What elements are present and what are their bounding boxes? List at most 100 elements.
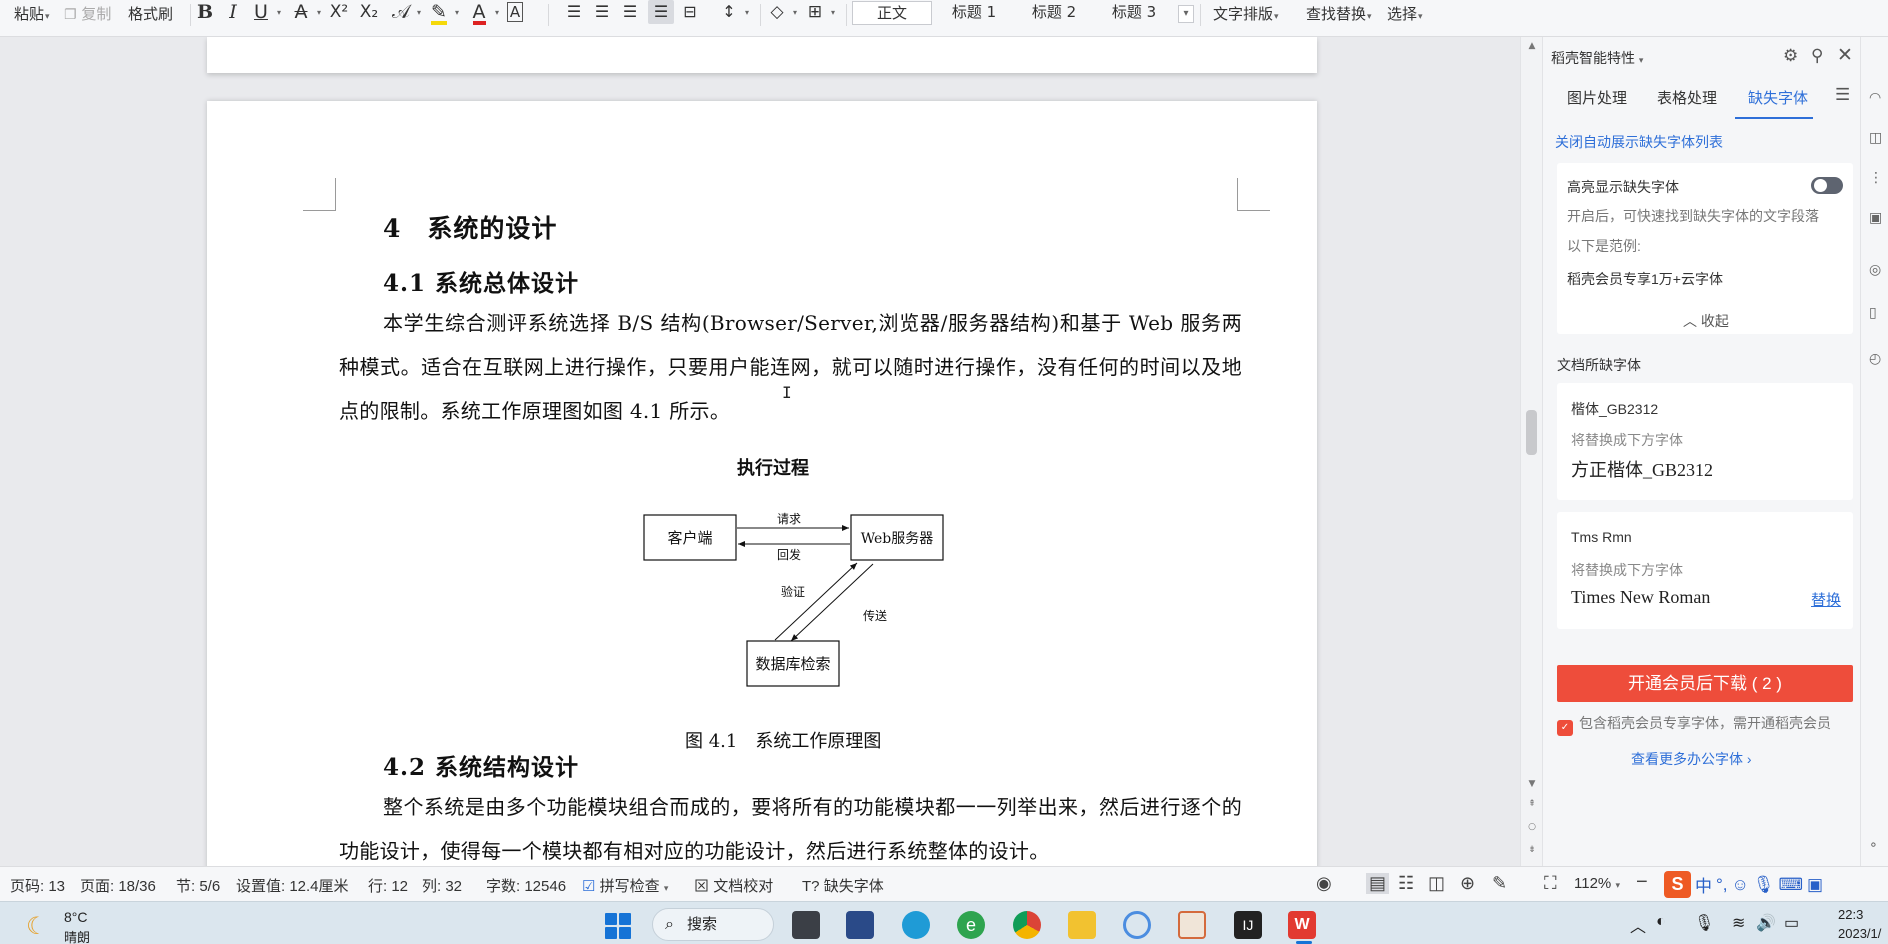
edit-pen-icon[interactable]: ✎ xyxy=(1492,873,1507,894)
status-setting[interactable]: 设置值: 12.4厘米 xyxy=(236,875,349,896)
wifi-icon[interactable]: ≋ xyxy=(1732,913,1745,933)
find-replace-button[interactable]: 查找替换▾ xyxy=(1306,3,1372,25)
web-view-icon[interactable]: ⊕ xyxy=(1460,873,1475,894)
tab-table-processing[interactable]: 表格处理 xyxy=(1657,87,1717,108)
emoji-icon[interactable]: ☺ xyxy=(1732,875,1749,895)
justify-icon[interactable]: ☰ xyxy=(648,0,674,24)
reading-view-icon[interactable]: ◫ xyxy=(1428,873,1445,894)
ime-toolbar[interactable]: S 中 °, ☺ 🎙 ⌨ ▣ xyxy=(1664,871,1823,898)
doc-proof-button[interactable]: ⊠ 文档校对 xyxy=(694,875,773,896)
eye-protection-icon[interactable]: ◉ xyxy=(1316,873,1332,894)
bold-icon[interactable]: B xyxy=(192,0,218,24)
font-color-icon[interactable]: A ▾ xyxy=(466,0,499,25)
file-explorer-icon[interactable] xyxy=(1068,911,1096,939)
close-auto-show-link[interactable]: 关闭自动展示缺失字体列表 xyxy=(1555,132,1723,152)
chrome-icon[interactable] xyxy=(1013,911,1041,939)
tray-expand-icon[interactable]: ︿ xyxy=(1630,913,1646,937)
punctuation-icon[interactable]: °, xyxy=(1716,875,1728,895)
align-right-icon[interactable]: ☰ xyxy=(617,0,643,24)
paste-button[interactable]: 粘贴▾ xyxy=(14,3,50,25)
intellij-icon[interactable]: IJ xyxy=(1234,911,1262,939)
menu-icon[interactable]: ☰ xyxy=(1835,85,1850,105)
sidebar-tool-icon[interactable]: ▣ xyxy=(1869,210,1882,226)
document-page[interactable]: 4 系统的设计 4.1 系统总体设计 本学生综合测评系统选择 B/S 结构(Br… xyxy=(207,101,1317,866)
presentation-app-icon[interactable] xyxy=(1178,911,1206,939)
wps-writer-icon[interactable]: W xyxy=(1288,911,1316,939)
distributed-align-icon[interactable]: ⊟ xyxy=(677,0,703,24)
style-body-text[interactable]: 正文 xyxy=(852,1,932,25)
page-view-icon[interactable]: ▤ xyxy=(1366,873,1390,894)
remote-app-icon[interactable] xyxy=(846,911,874,939)
replace-link[interactable]: 替换 xyxy=(1811,589,1841,610)
char-border-icon[interactable]: A xyxy=(502,0,528,24)
align-center-icon[interactable]: ☰ xyxy=(589,0,615,24)
sidebar-tool-icon[interactable]: ◠ xyxy=(1869,90,1881,106)
status-row[interactable]: 行: 12 xyxy=(368,875,408,896)
skin-icon[interactable]: ▣ xyxy=(1807,875,1823,895)
italic-icon[interactable]: I xyxy=(220,0,246,24)
keyboard-icon[interactable]: ⌨ xyxy=(1778,875,1803,895)
windows-start-icon[interactable] xyxy=(605,913,631,939)
style-heading-2[interactable]: 标题 2 xyxy=(1016,1,1092,25)
sidebar-tool-icon[interactable]: ◫ xyxy=(1869,130,1882,146)
edge-browser-icon[interactable] xyxy=(902,911,930,939)
format-painter-button[interactable]: 格式刷 xyxy=(128,3,173,25)
shading-icon[interactable]: ◇ ▾ xyxy=(764,0,797,24)
tab-image-processing[interactable]: 图片处理 xyxy=(1567,87,1627,108)
next-page-icon[interactable]: ⇟ xyxy=(1526,845,1538,855)
tab-missing-fonts[interactable]: 缺失字体 xyxy=(1748,87,1808,108)
status-page-number[interactable]: 页码: 13 xyxy=(10,875,65,896)
battery-icon[interactable]: ▭ xyxy=(1784,913,1799,933)
scrollbar-thumb[interactable] xyxy=(1526,410,1537,455)
align-left-icon[interactable]: ☰ xyxy=(561,0,587,24)
system-clock[interactable]: 22:3 2023/1/ xyxy=(1838,905,1881,943)
status-section[interactable]: 节: 5/6 xyxy=(176,875,220,896)
sidebar-tool-icon[interactable]: ∘ xyxy=(1869,837,1878,853)
select-button[interactable]: 选择▾ xyxy=(1387,3,1423,25)
scroll-down-icon[interactable]: ▼ xyxy=(1526,779,1538,789)
status-pages[interactable]: 页面: 18/36 xyxy=(80,875,156,896)
borders-icon[interactable]: ⊞ ▾ xyxy=(802,0,835,24)
weather-widget[interactable]: ☾ 8°C 晴朗 xyxy=(26,908,146,944)
close-icon[interactable]: ✕ xyxy=(1837,44,1853,67)
copy-button[interactable]: ❐ 复制 xyxy=(64,3,111,25)
scroll-up-icon[interactable]: ▲ xyxy=(1526,41,1538,51)
more-fonts-link[interactable]: 查看更多办公字体 › xyxy=(1631,749,1752,769)
zoom-out-icon[interactable]: − xyxy=(1636,871,1648,894)
tray-microphone-icon[interactable]: 🎙 xyxy=(1694,913,1714,933)
style-heading-3[interactable]: 标题 3 xyxy=(1096,1,1172,25)
volume-icon[interactable]: 🔊 xyxy=(1756,913,1776,933)
settings-gear-icon[interactable]: ⚙ xyxy=(1783,46,1798,66)
taskbar-search[interactable]: ⌕ 搜索 xyxy=(652,908,774,941)
microphone-icon[interactable]: 🎙 xyxy=(1753,875,1775,895)
outline-view-icon[interactable]: ☷ xyxy=(1398,873,1414,894)
document-canvas[interactable]: 4 系统的设计 4.1 系统总体设计 本学生综合测评系统选择 B/S 结构(Br… xyxy=(0,37,1520,866)
file-app-icon[interactable] xyxy=(792,911,820,939)
line-spacing-icon[interactable]: ↕ ▾ xyxy=(716,0,749,24)
missing-font-button[interactable]: T? 缺失字体 xyxy=(802,875,884,896)
collab-app-icon[interactable] xyxy=(1123,911,1151,939)
spell-check-button[interactable]: ☑ 拼写检查 ▾ xyxy=(582,875,668,896)
superscript-icon[interactable]: X² xyxy=(326,0,352,24)
panel-title-dropdown[interactable]: 稻壳智能特性 ▾ xyxy=(1551,48,1643,68)
prev-page-icon[interactable]: ⇞ xyxy=(1526,799,1538,809)
status-column[interactable]: 列: 32 xyxy=(422,875,462,896)
select-browse-icon[interactable]: ○ xyxy=(1526,822,1538,832)
sogou-ime-icon[interactable]: S xyxy=(1664,871,1691,898)
vertical-scrollbar[interactable]: ▲ ▼ ⇞ ○ ⇟ xyxy=(1520,37,1542,866)
underline-icon[interactable]: U ▾ xyxy=(248,0,281,24)
sidebar-tool-icon[interactable]: ◴ xyxy=(1869,351,1881,367)
pin-icon[interactable]: ⚲ xyxy=(1811,46,1823,66)
subscript-icon[interactable]: X₂ xyxy=(356,0,382,24)
download-button[interactable]: 开通会员后下载 ( 2 ) xyxy=(1557,665,1853,702)
style-heading-1[interactable]: 标题 1 xyxy=(936,1,1012,25)
sidebar-tool-icon[interactable]: ◎ xyxy=(1869,262,1881,278)
sidebar-tool-icon[interactable]: ⋮ xyxy=(1869,170,1883,186)
sidebar-tool-icon[interactable]: ▯ xyxy=(1869,305,1877,321)
status-word-count[interactable]: 字数: 12546 xyxy=(486,875,566,896)
tray-app-icon[interactable]: ◐ xyxy=(1656,913,1666,931)
highlight-icon[interactable]: ✎ ▾ xyxy=(426,0,459,25)
collapse-button[interactable]: ︿ 收起 xyxy=(1683,311,1729,331)
highlight-toggle[interactable] xyxy=(1811,177,1843,194)
style-more-icon[interactable]: ▾ xyxy=(1178,5,1194,23)
